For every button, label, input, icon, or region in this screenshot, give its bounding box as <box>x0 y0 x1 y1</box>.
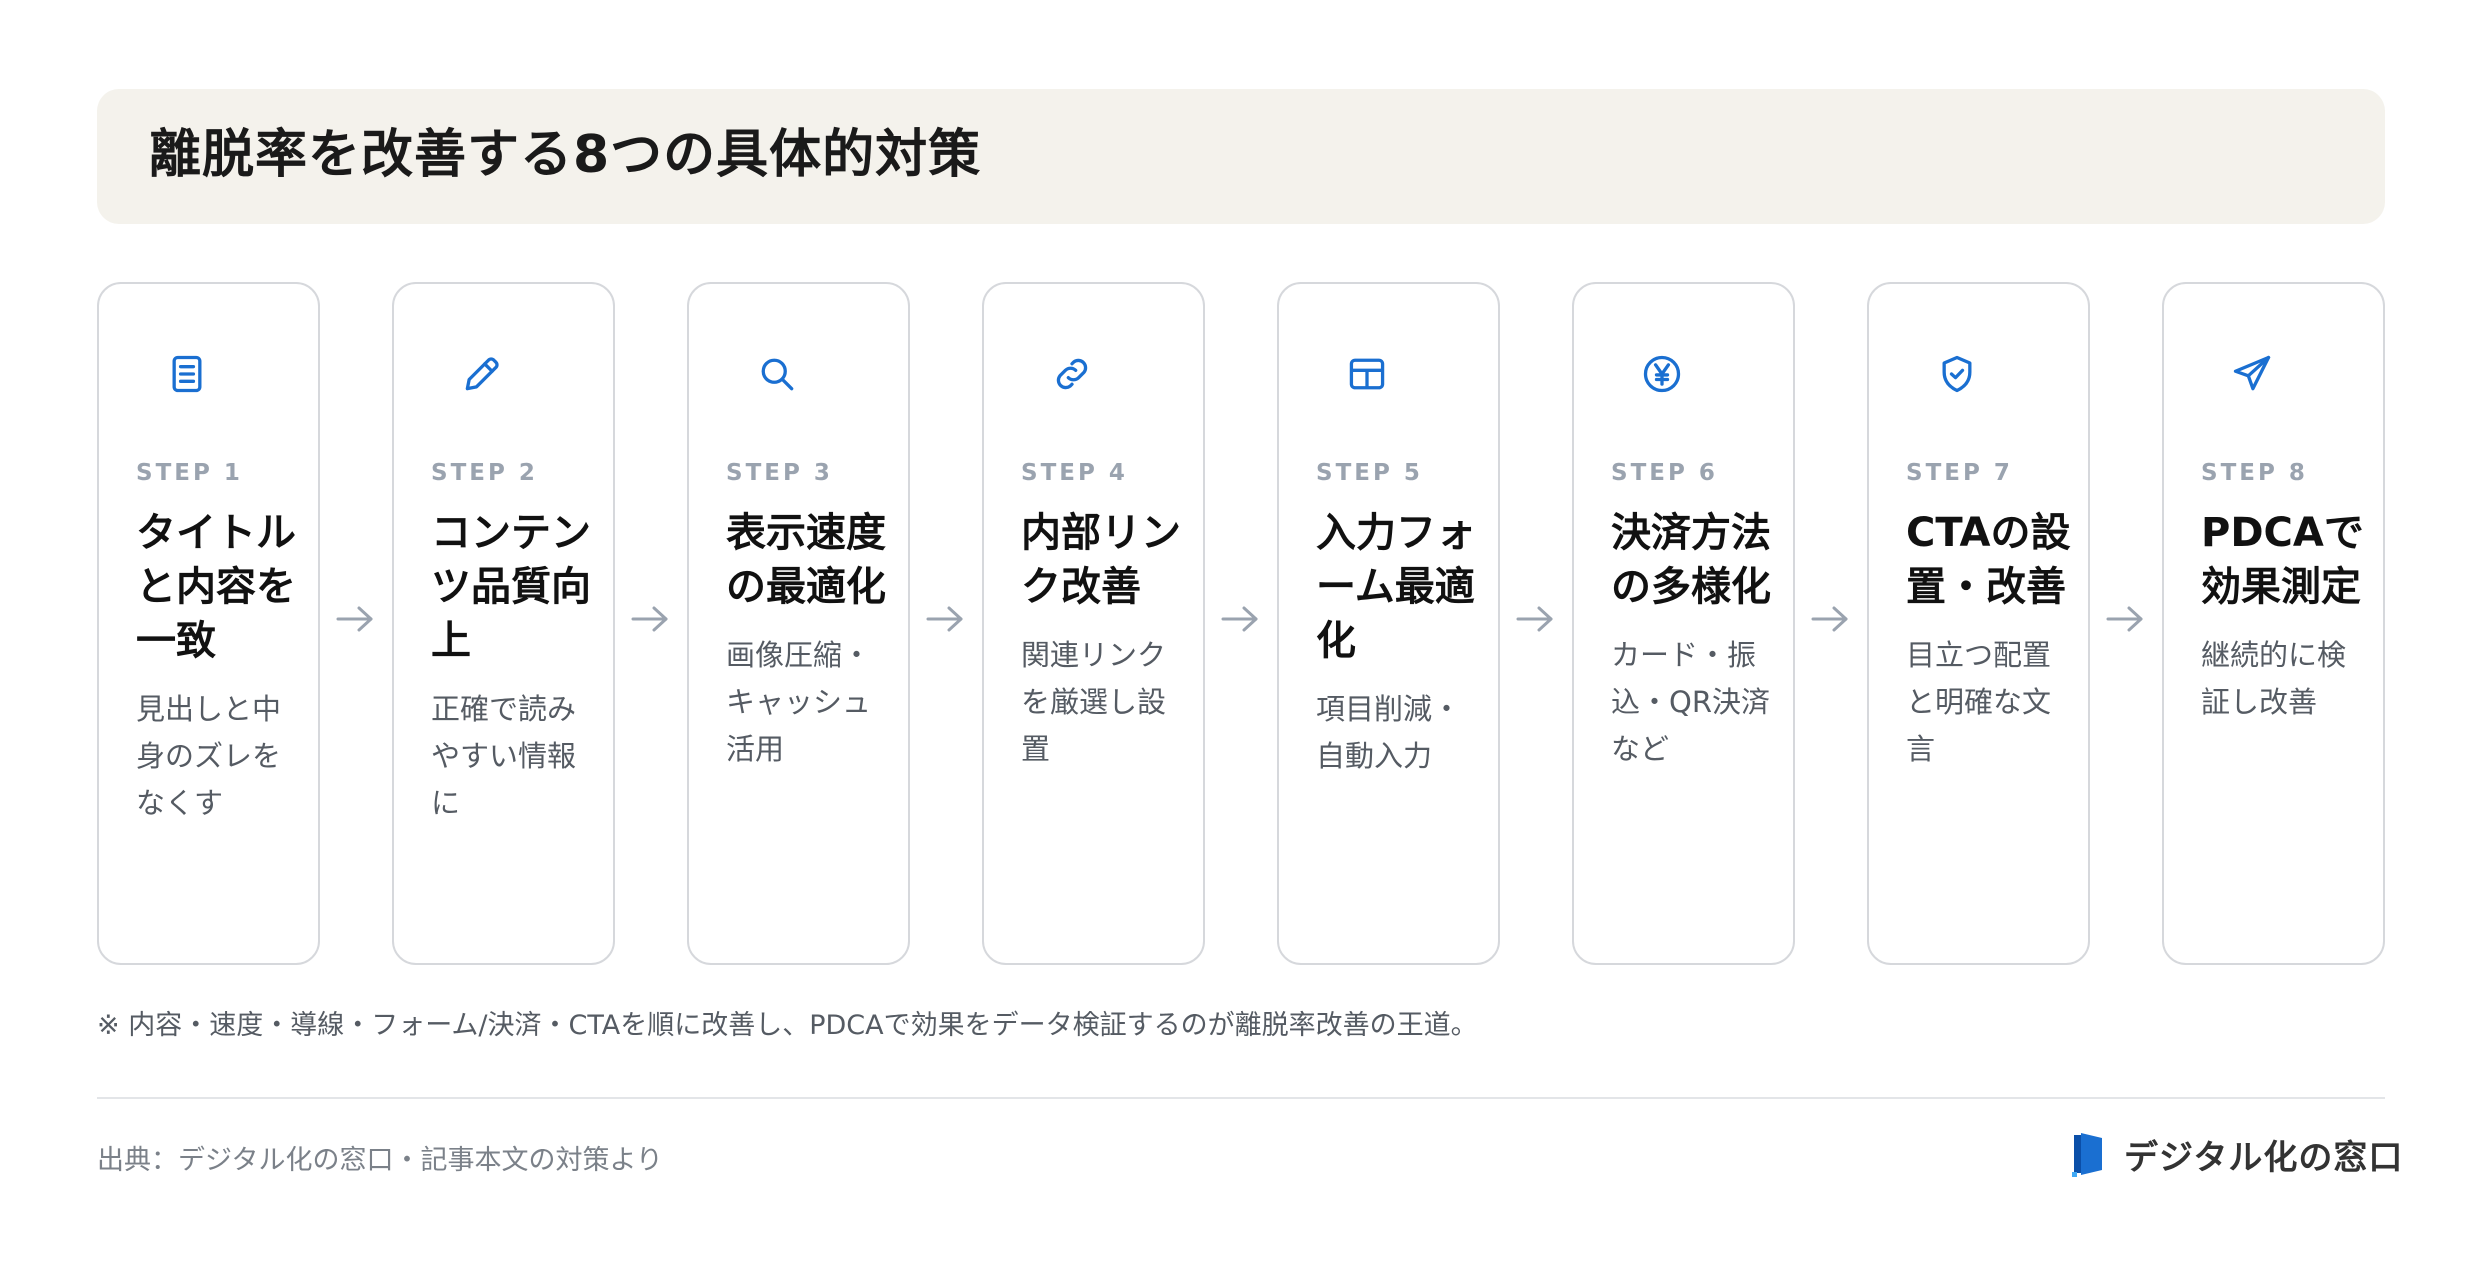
step-label: STEP 5 <box>1316 460 1423 486</box>
step-label: STEP 3 <box>726 460 833 486</box>
step-label: STEP 2 <box>431 460 538 486</box>
step-description: 関連リンクを厳選し設置 <box>1021 638 1167 766</box>
arrow-right-icon <box>630 604 670 634</box>
step-description: カード・振込・QR決済など <box>1611 638 1770 766</box>
arrow-right-icon <box>925 604 965 634</box>
step-title: CTAの設置・改善 <box>1906 510 2071 610</box>
step-title: PDCAで効果測定 <box>2201 510 2364 610</box>
shield-icon <box>1935 352 1979 396</box>
arrow-right-icon <box>1220 604 1260 634</box>
title-banner: 離脱率を改善する8つの具体的対策 <box>97 89 2385 224</box>
steps-flow: STEP 1 タイトルと内容を一致見出しと中身のズレをなくす STEP 2 コンテンツ… <box>97 282 2385 965</box>
pencil-icon <box>460 352 504 396</box>
step-title: 内部リンク改善 <box>1021 510 1181 610</box>
step-card: STEP 3 表示速度の最適化画像圧縮・キャッシュ活用 <box>687 282 910 965</box>
arrow-right-icon <box>1515 604 1555 634</box>
form-icon <box>1345 352 1389 396</box>
step-card: STEP 2 コンテンツ品質向上正確で読みやすい情報に <box>392 282 615 965</box>
page-title: 離脱率を改善する8つの具体的対策 <box>149 125 982 185</box>
step-description: 目立つ配置と明確な文言 <box>1906 638 2052 766</box>
step-title: 入力フォーム最適化 <box>1316 510 1476 664</box>
step-title: 表示速度の最適化 <box>726 510 886 610</box>
step-card: STEP 6 決済方法の多様化カード・振込・QR決済など <box>1572 282 1795 965</box>
step-title: 決済方法の多様化 <box>1611 510 1771 610</box>
document-icon <box>165 352 209 396</box>
step-description: 画像圧縮・キャッシュ活用 <box>726 638 872 766</box>
search-icon <box>755 352 799 396</box>
summary-note: ※ 内容・速度・導線・フォーム/決済・CTAを順に改善し、PDCAで効果をデータ… <box>97 1010 1478 1041</box>
arrow-right-icon <box>335 604 375 634</box>
step-card: STEP 7 CTAの設置・改善目立つ配置と明確な文言 <box>1867 282 2090 965</box>
step-description: 見出しと中身のズレをなくす <box>136 692 282 820</box>
step-title: コンテンツ品質向上 <box>431 510 591 664</box>
step-description: 正確で読みやすい情報に <box>431 692 577 820</box>
step-description: 項目削減・自動入力 <box>1316 692 1462 773</box>
step-label: STEP 7 <box>1906 460 2013 486</box>
send-icon <box>2230 352 2274 396</box>
brand-logo: デジタル化の窓口 <box>2072 1130 2403 1178</box>
window-logo-icon <box>2072 1130 2106 1178</box>
link-icon <box>1050 352 1094 396</box>
step-title: タイトルと内容を一致 <box>136 510 296 664</box>
step-card: STEP 4 内部リンク改善関連リンクを厳選し設置 <box>982 282 1205 965</box>
brand-name: デジタル化の窓口 <box>2124 1137 2404 1178</box>
step-label: STEP 6 <box>1611 460 1718 486</box>
step-card: STEP 1 タイトルと内容を一致見出しと中身のズレをなくす <box>97 282 320 965</box>
yen-icon <box>1640 352 1684 396</box>
divider <box>97 1097 2385 1099</box>
source-credit: 出典：デジタル化の窓口・記事本文の対策より <box>97 1145 663 1176</box>
step-card: STEP 5 入力フォーム最適化項目削減・自動入力 <box>1277 282 1500 965</box>
arrow-right-icon <box>1810 604 1850 634</box>
step-card: STEP 8 PDCAで効果測定継続的に検証し改善 <box>2162 282 2385 965</box>
arrow-right-icon <box>2105 604 2145 634</box>
step-label: STEP 4 <box>1021 460 1128 486</box>
step-label: STEP 8 <box>2201 460 2308 486</box>
step-description: 継続的に検証し改善 <box>2201 638 2347 719</box>
step-label: STEP 1 <box>136 460 243 486</box>
